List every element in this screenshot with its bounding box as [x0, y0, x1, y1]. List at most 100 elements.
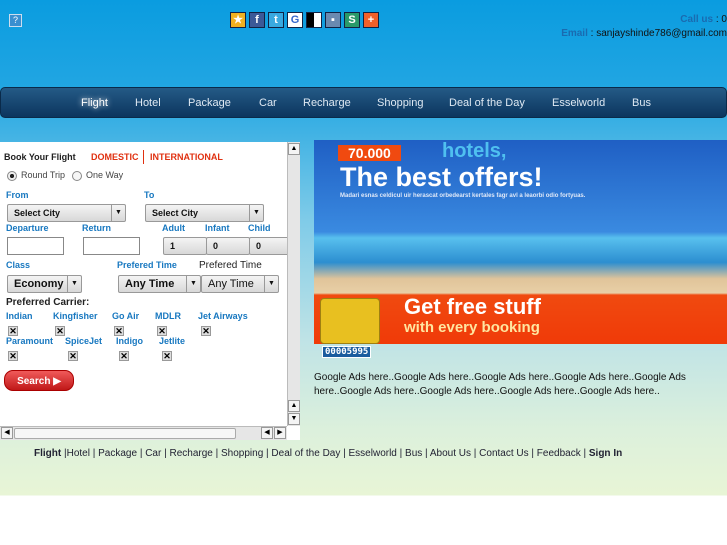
child-label: Child [248, 223, 271, 233]
nav-recharge[interactable]: Recharge [303, 97, 351, 109]
footer-link-about[interactable]: About Us [430, 448, 471, 459]
adult-select[interactable]: 1 [163, 237, 207, 255]
carrier-title: Preferred Carrier: [6, 297, 90, 308]
footer-link-car[interactable]: Car [145, 448, 161, 459]
tab-domestic[interactable]: DOMESTIC [91, 152, 139, 162]
scroll-up-icon[interactable]: ▲ [288, 400, 300, 412]
from-select[interactable]: Select City ▼ [7, 204, 126, 222]
infant-label: Infant [205, 223, 230, 233]
tab-divider [143, 150, 144, 164]
carrier-checkbox[interactable]: ✕ [119, 351, 129, 361]
to-select[interactable]: Select City ▼ [145, 204, 264, 222]
google-ads-text: Google Ads here..Google Ads here..Google… [314, 372, 686, 397]
facebook-icon[interactable]: f [249, 12, 265, 28]
scroll-right-icon[interactable]: ▶ [274, 427, 286, 439]
delicious-icon[interactable] [306, 12, 322, 28]
favorites-icon[interactable]: ★ [230, 12, 246, 28]
footer-link-hotel[interactable]: Hotel [67, 448, 90, 459]
nav-flight[interactable]: Flight [81, 97, 108, 109]
vertical-scrollbar[interactable]: ▲ ▲ ▼ [287, 142, 300, 426]
banner-headline: The best offers! [340, 162, 543, 192]
nav-shopping[interactable]: Shopping [377, 97, 424, 109]
pref-time-label-2: Prefered Time [199, 260, 262, 271]
footer-link-esselworld[interactable]: Esselworld [349, 448, 397, 459]
to-value: Select City [152, 208, 199, 218]
scroll-left-icon[interactable]: ◀ [261, 427, 273, 439]
horizontal-scrollbar[interactable]: ◀ ◀ ▶ [0, 426, 287, 440]
footer-links: Flight |Hotel | Package | Car | Recharge… [34, 448, 623, 459]
footer-link-bus[interactable]: Bus [405, 448, 422, 459]
tab-international[interactable]: INTERNATIONAL [150, 152, 223, 162]
pref-time-label: Prefered Time [117, 260, 177, 270]
adult-label: Adult [162, 223, 185, 233]
carrier-checkbox[interactable]: ✕ [55, 326, 65, 336]
banner-hotels: hotels, [442, 140, 507, 162]
addthis-icon[interactable]: + [363, 12, 379, 28]
round-trip-label: Round Trip [21, 170, 66, 180]
departure-input[interactable] [7, 237, 64, 255]
banner-cta-2: with every booking [404, 319, 540, 336]
infant-select[interactable]: 0 [206, 237, 250, 255]
pref-time-2-value: Any Time [208, 278, 254, 290]
carrier-checkbox[interactable]: ✕ [8, 326, 18, 336]
twitter-icon[interactable]: t [268, 12, 284, 28]
carrier-checkbox[interactable]: ✕ [157, 326, 167, 336]
nav-package[interactable]: Package [188, 97, 231, 109]
carrier-checkbox[interactable]: ✕ [8, 351, 18, 361]
footer-link-feedback[interactable]: Feedback [537, 448, 581, 459]
visitor-counter: 00005995 [322, 346, 372, 358]
from-label: From [6, 190, 29, 200]
carrier-checkbox[interactable]: ✕ [68, 351, 78, 361]
footer-link-sign-in[interactable]: Sign In [589, 448, 622, 459]
banner-badge: 70.000 [338, 145, 401, 161]
footer-link-package[interactable]: Package [98, 448, 137, 459]
footer-link-flight[interactable]: Flight [34, 448, 61, 459]
footer-link-recharge[interactable]: Recharge [169, 448, 212, 459]
class-value: Economy [14, 278, 64, 290]
return-input[interactable] [83, 237, 140, 255]
carrier-label: Jet Airways [198, 311, 248, 321]
stumbleupon-icon[interactable]: S [344, 12, 360, 28]
nav-deal-of-the-day[interactable]: Deal of the Day [449, 97, 525, 109]
carrier-label: Indian [6, 311, 33, 321]
carrier-label: MDLR [155, 311, 181, 321]
pref-time-select-2[interactable]: Any Time ▼ [201, 275, 279, 293]
nav-hotel[interactable]: Hotel [135, 97, 161, 109]
search-button[interactable]: Search ▶ [4, 370, 74, 391]
social-share-bar: ★ f t G ▪ S + [230, 12, 379, 28]
to-label: To [144, 190, 155, 200]
flight-booking-frame: Book Your Flight DOMESTIC INTERNATIONAL … [0, 142, 300, 440]
scroll-thumb[interactable] [14, 428, 236, 439]
carrier-label: Paramount [6, 336, 54, 346]
myspace-icon[interactable]: ▪ [325, 12, 341, 28]
carrier-label: Jetlite [159, 336, 186, 346]
carrier-label: Kingfisher [53, 311, 98, 321]
nav-esselworld[interactable]: Esselworld [552, 97, 605, 109]
departure-label: Departure [6, 223, 49, 233]
footer-link-contact[interactable]: Contact Us [479, 448, 528, 459]
chevron-down-icon: ▼ [249, 205, 263, 221]
google-icon[interactable]: G [287, 12, 303, 28]
form-title: Book Your Flight [4, 152, 76, 162]
scroll-down-icon[interactable]: ▼ [288, 413, 300, 425]
scroll-up-icon[interactable]: ▲ [288, 143, 300, 155]
footer-link-shopping[interactable]: Shopping [221, 448, 263, 459]
chevron-down-icon: ▼ [264, 276, 278, 292]
round-trip-radio[interactable] [7, 171, 17, 181]
hotel-ad-banner[interactable]: 70.000 hotels, The best offers! Madari e… [314, 140, 727, 344]
email-value[interactable]: : sanjayshinde786@gmail.com [591, 28, 727, 39]
carrier-checkbox[interactable]: ✕ [162, 351, 172, 361]
scroll-left-icon[interactable]: ◀ [1, 427, 13, 439]
carrier-label: Indigo [116, 336, 143, 346]
call-value: : 0 [715, 14, 727, 25]
pref-time-select[interactable]: Any Time ▼ [118, 275, 201, 293]
carrier-checkbox[interactable]: ✕ [201, 326, 211, 336]
class-select[interactable]: Economy ▼ [7, 275, 82, 293]
footer-link-deal[interactable]: Deal of the Day [271, 448, 340, 459]
carrier-checkbox[interactable]: ✕ [114, 326, 124, 336]
one-way-radio[interactable] [72, 171, 82, 181]
nav-car[interactable]: Car [259, 97, 277, 109]
suitcase-icon [320, 298, 380, 344]
help-icon[interactable]: ? [9, 14, 22, 27]
nav-bus[interactable]: Bus [632, 97, 651, 109]
